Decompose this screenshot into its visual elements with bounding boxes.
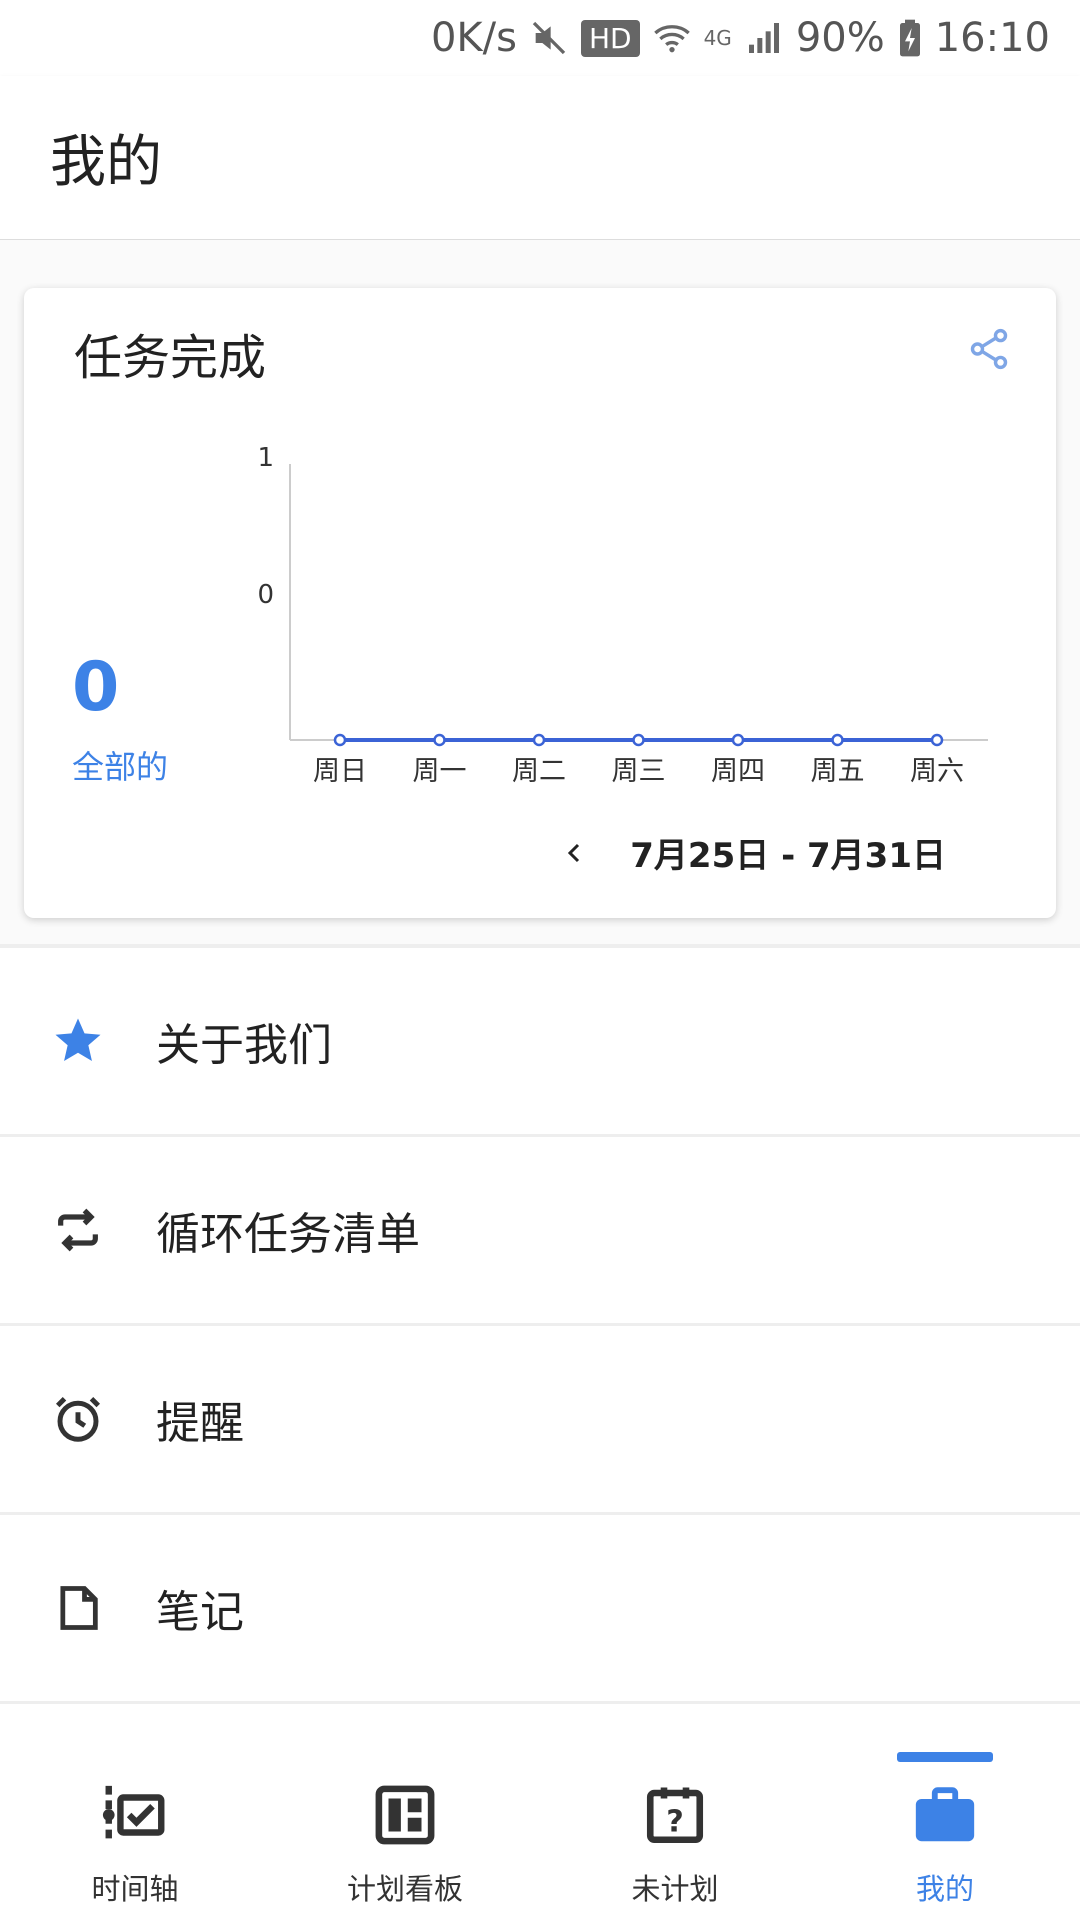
x-tick-label: 周六 <box>910 756 964 787</box>
menu-item-notes[interactable]: 笔记 <box>0 1515 1080 1704</box>
network-type: 4G <box>703 26 732 50</box>
repeat-icon <box>48 1200 108 1260</box>
nav-tab-board[interactable]: 计划看板 <box>270 1710 540 1920</box>
x-tick-label: 周五 <box>811 756 865 787</box>
mute-icon <box>529 18 569 58</box>
date-navigator: 7月25日 - 7月31日 <box>560 828 946 877</box>
page-title: 我的 <box>50 130 162 195</box>
y-tick-label: 0 <box>257 580 274 610</box>
alarm-icon <box>48 1389 108 1449</box>
hd-badge: HD <box>580 19 640 57</box>
y-tick-label: 1 <box>257 443 274 473</box>
data-point <box>532 733 546 747</box>
star-icon <box>48 1011 108 1071</box>
x-tick-label: 周一 <box>413 756 467 787</box>
date-range: 7月25日 - 7月31日 <box>630 836 946 876</box>
network-speed: 0K/s <box>430 15 517 61</box>
nav-tab-mine[interactable]: 我的 <box>810 1710 1080 1920</box>
note-icon <box>48 1578 108 1638</box>
menu-item-about-us[interactable]: 关于我们 <box>0 948 1080 1137</box>
x-tick-label: 周四 <box>711 756 765 787</box>
menu-item-label: 提醒 <box>156 1398 244 1449</box>
battery-charging-icon <box>897 18 923 58</box>
data-point <box>930 733 944 747</box>
bottom-navigation: 时间轴 计划看板 ? 未计划 我的 <box>0 1710 1080 1920</box>
nav-tab-timeline[interactable]: 时间轴 <box>0 1710 270 1920</box>
menu-item-label: 笔记 <box>156 1587 244 1638</box>
data-point <box>731 733 745 747</box>
data-point <box>333 733 347 747</box>
data-point <box>632 733 645 747</box>
unplanned-icon: ? <box>640 1780 710 1850</box>
nav-label: 未计划 <box>631 1872 719 1906</box>
total-count: 0 <box>72 648 120 727</box>
page-header: 我的 <box>0 76 1080 240</box>
nav-label: 我的 <box>915 1872 974 1906</box>
nav-label: 计划看板 <box>346 1872 463 1906</box>
data-point <box>831 733 844 747</box>
active-tab-indicator <box>897 1752 993 1762</box>
battery-percent: 90% <box>795 15 885 61</box>
status-bar: 0K/s HD 4G 90% 16:10 <box>0 0 1080 76</box>
wifi-icon <box>652 18 692 58</box>
briefcase-icon <box>910 1780 980 1850</box>
clock: 16:10 <box>934 15 1050 61</box>
board-icon <box>370 1780 440 1850</box>
completion-chart: 1 0 周日 周一 周二 周三 周四 周五 周六 <box>257 443 988 787</box>
menu-item-recurring-tasks[interactable]: 循环任务清单 <box>0 1137 1080 1326</box>
signal-icon <box>744 18 784 58</box>
menu-item-label: 循环任务清单 <box>156 1209 420 1260</box>
menu-list: 关于我们 循环任务清单 提醒 笔记 <box>0 948 1080 1704</box>
x-tick-label: 周二 <box>512 756 566 787</box>
total-label: 全部的 <box>72 748 169 786</box>
chevron-left-icon[interactable] <box>560 838 590 868</box>
data-point <box>433 733 446 747</box>
nav-label: 时间轴 <box>91 1872 179 1906</box>
timeline-icon <box>100 1780 170 1850</box>
menu-item-label: 关于我们 <box>156 1020 332 1071</box>
menu-item-reminders[interactable]: 提醒 <box>0 1326 1080 1515</box>
x-tick-label: 周日 <box>313 756 367 787</box>
nav-tab-unplanned[interactable]: ? 未计划 <box>540 1710 810 1920</box>
x-tick-label: 周三 <box>612 756 666 787</box>
task-completion-card: 任务完成 10 周日 周一 周二 周三 周四 周五 周六 0 全部的 7月25日 - 7月3… <box>24 288 1056 918</box>
svg-text:?: ? <box>666 1805 684 1840</box>
